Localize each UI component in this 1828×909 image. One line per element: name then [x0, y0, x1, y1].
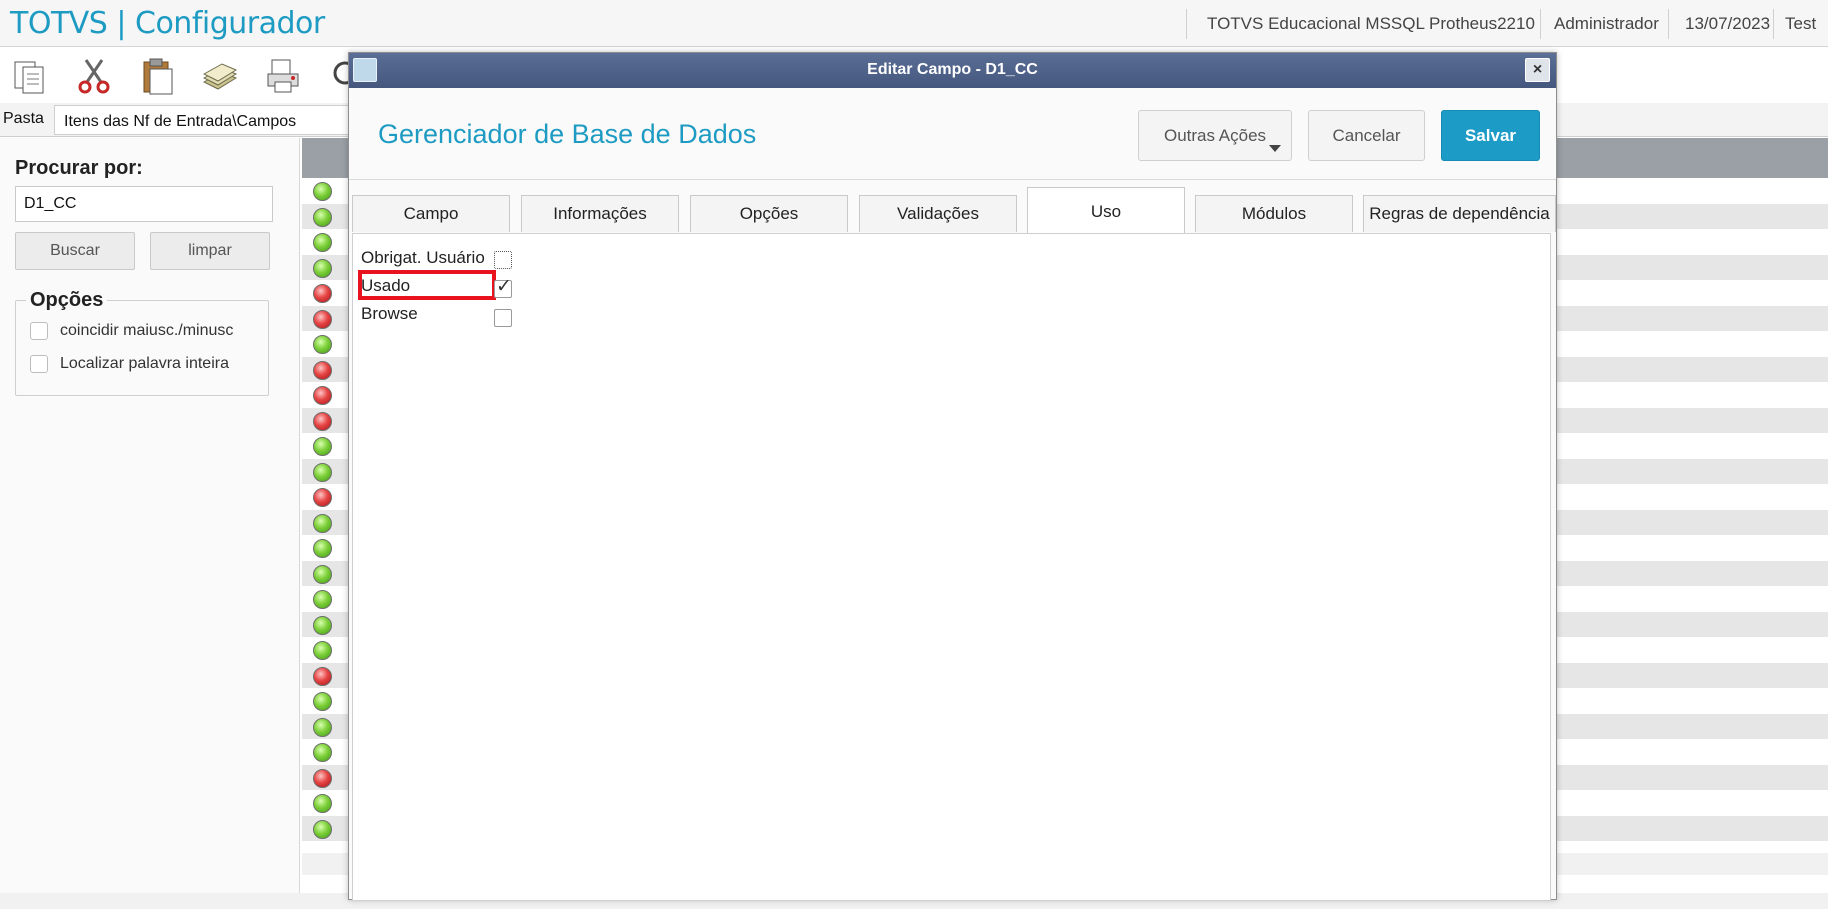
chevron-down-icon — [1269, 145, 1281, 152]
more-actions-button[interactable]: Outras Ações — [1138, 110, 1292, 161]
status-green-icon — [313, 819, 332, 839]
status-green-icon — [313, 182, 332, 201]
option-label: Localizar palavra inteira — [60, 355, 229, 373]
status-red-icon — [313, 411, 332, 431]
edit-field-dialog: Editar Campo - D1_CC × Gerenciador de Ba… — [348, 52, 1557, 901]
browse-checkbox[interactable] — [494, 309, 512, 327]
search-panel: Procurar por: Buscar limpar Opções coinc… — [0, 138, 300, 898]
status-red-icon — [313, 666, 332, 686]
tab-panel-uso: Obrigat. Usuário Usado ✓ Browse — [352, 233, 1551, 901]
app-header: TOTVS | Configurador TOTVS Educacional M… — [0, 0, 1828, 47]
close-icon[interactable]: × — [1525, 58, 1550, 82]
tab-regras-dependencia[interactable]: Regras de dependência — [1363, 195, 1556, 232]
tab-validacoes[interactable]: Validações — [859, 195, 1017, 232]
obrigat-usuario-checkbox[interactable] — [494, 251, 512, 269]
match-case-checkbox[interactable] — [30, 322, 48, 340]
copy-icon[interactable] — [10, 56, 50, 96]
option-match-case[interactable]: coincidir maiusc./minusc — [30, 322, 233, 340]
usado-checkbox[interactable]: ✓ — [494, 276, 512, 298]
usado-label: Usado — [361, 276, 411, 295]
clear-button[interactable]: limpar — [150, 232, 270, 270]
extra-label[interactable]: Test — [1785, 14, 1816, 34]
tab-informacoes[interactable]: Informações — [521, 195, 679, 232]
dialog-heading: Gerenciador de Base de Dados — [378, 119, 757, 149]
status-red-icon — [313, 360, 332, 380]
database-icon[interactable] — [200, 56, 240, 96]
save-button[interactable]: Salvar — [1441, 110, 1540, 161]
status-green-icon — [313, 717, 332, 737]
search-input[interactable] — [15, 186, 273, 222]
header-divider — [1186, 9, 1187, 39]
status-green-icon — [313, 615, 332, 635]
status-green-icon — [313, 513, 332, 533]
obrigat-usuario-label: Obrigat. Usuário — [361, 248, 485, 267]
status-green-icon — [313, 692, 332, 711]
status-green-icon — [313, 564, 332, 584]
browse-label: Browse — [361, 304, 418, 323]
status-green-icon — [313, 207, 332, 227]
whole-word-checkbox[interactable] — [30, 355, 48, 373]
dialog-divider — [349, 179, 1556, 180]
header-divider — [1668, 9, 1669, 39]
print-icon[interactable] — [264, 56, 304, 96]
status-green-icon — [313, 539, 332, 558]
status-green-icon — [313, 794, 332, 813]
environment-label[interactable]: TOTVS Educacional MSSQL Protheus2210 — [1207, 14, 1535, 34]
tab-uso[interactable]: Uso — [1027, 187, 1185, 233]
status-red-icon — [313, 386, 332, 405]
dialog-title: Editar Campo - D1_CC — [867, 61, 1038, 78]
app-title: TOTVS | Configurador — [10, 6, 325, 41]
status-green-icon — [313, 462, 332, 482]
header-divider — [1773, 9, 1774, 39]
date-label[interactable]: 13/07/2023 — [1685, 14, 1770, 34]
status-green-icon — [313, 233, 332, 252]
status-red-icon — [313, 768, 332, 788]
breadcrumb-label: Pasta — [3, 110, 44, 127]
more-actions-label: Outras Ações — [1163, 126, 1267, 145]
status-green-icon — [313, 590, 332, 609]
status-green-icon — [313, 641, 332, 660]
cancel-button[interactable]: Cancelar — [1308, 110, 1425, 161]
window-icon — [353, 58, 377, 82]
header-divider — [1540, 9, 1541, 39]
status-red-icon — [313, 309, 332, 329]
search-title: Procurar por: — [15, 157, 143, 179]
check-icon: ✓ — [496, 276, 512, 297]
options-group: Opções coincidir maiusc./minusc Localiza… — [15, 289, 269, 396]
cut-icon[interactable] — [74, 56, 114, 96]
option-label: coincidir maiusc./minusc — [60, 322, 234, 340]
tab-campo[interactable]: Campo — [352, 195, 510, 232]
status-green-icon — [313, 743, 332, 762]
status-green-icon — [313, 437, 332, 456]
tab-opcoes[interactable]: Opções — [690, 195, 848, 232]
status-green-icon — [313, 335, 332, 354]
status-red-icon — [313, 284, 332, 303]
status-red-icon — [313, 488, 332, 507]
tab-modulos[interactable]: Módulos — [1195, 195, 1353, 232]
search-button[interactable]: Buscar — [15, 232, 135, 270]
dialog-titlebar: Editar Campo - D1_CC × — [349, 53, 1556, 88]
options-title: Opções — [26, 289, 108, 312]
status-green-icon — [313, 258, 332, 278]
option-whole-word[interactable]: Localizar palavra inteira — [30, 355, 229, 373]
paste-icon[interactable] — [137, 56, 177, 96]
user-label[interactable]: Administrador — [1554, 14, 1659, 34]
